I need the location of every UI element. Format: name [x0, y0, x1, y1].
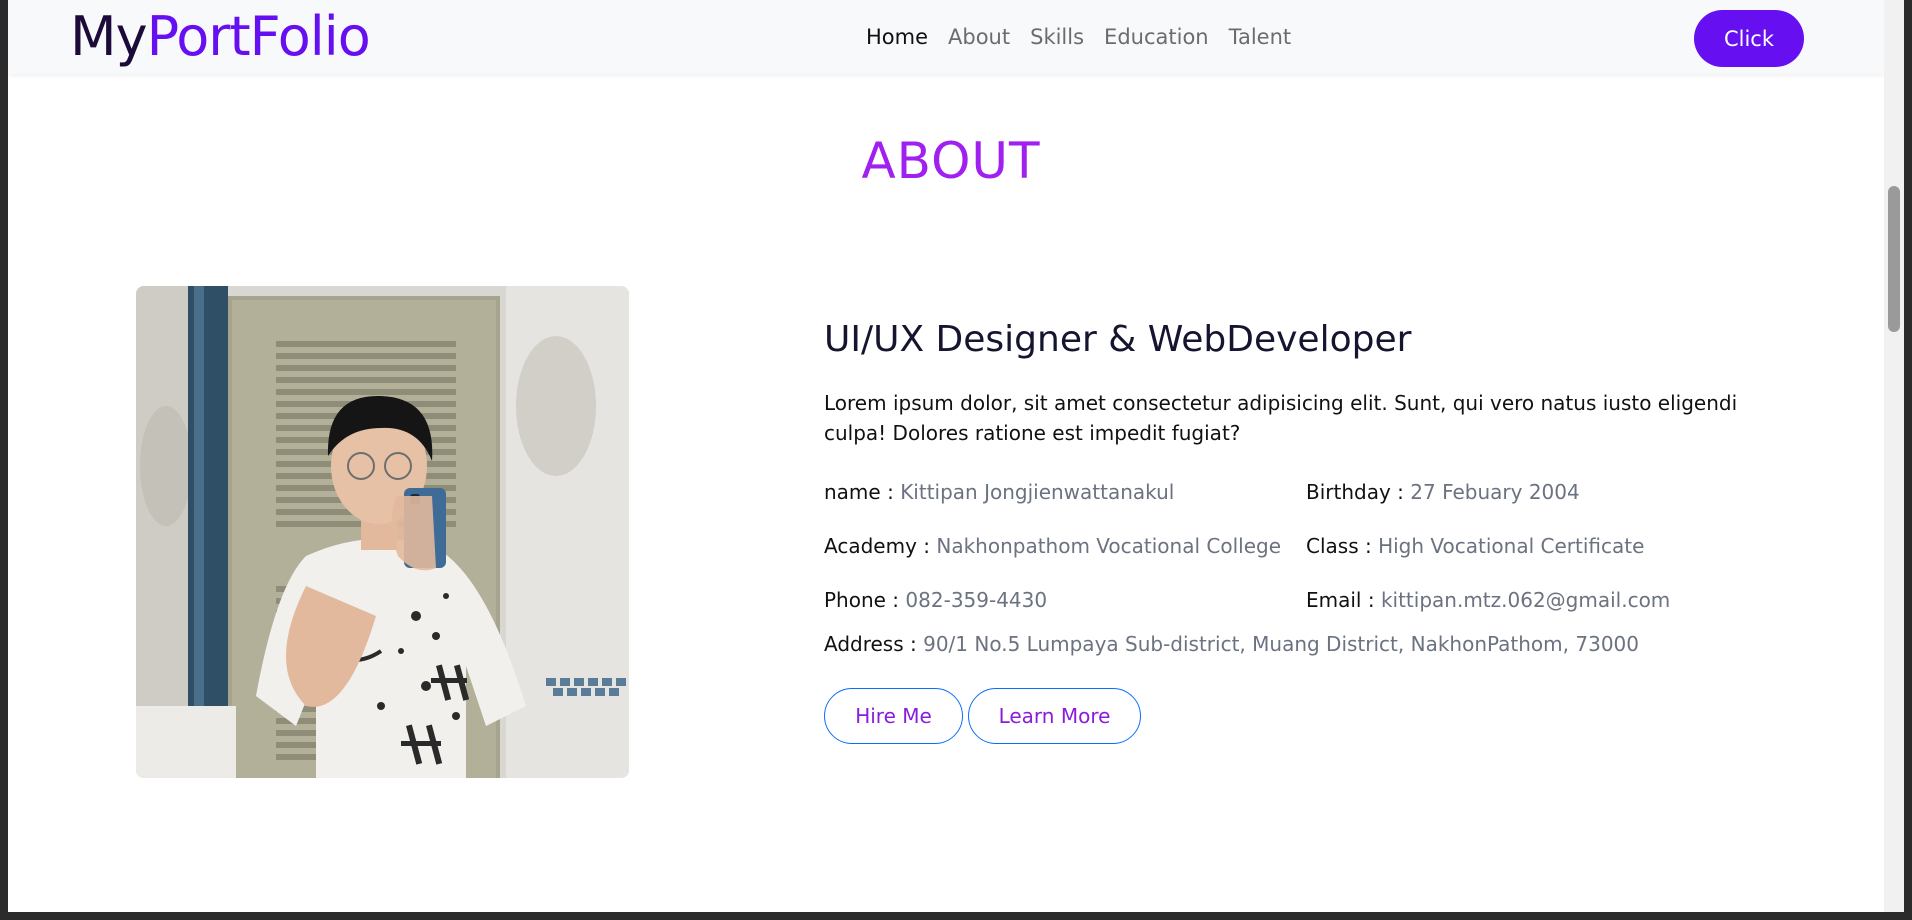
nav-link-talent[interactable]: Talent	[1229, 20, 1292, 54]
browser-viewport: MyPortFolio Home About Skills Education …	[8, 0, 1884, 912]
info-academy: Academy : Nakhonpathom Vocational Colleg…	[824, 531, 1281, 561]
navbar: MyPortFolio Home About Skills Education …	[8, 0, 1884, 74]
role-title: UI/UX Designer & WebDeveloper	[824, 319, 1412, 360]
profile-photo	[136, 286, 629, 778]
nav-link-education[interactable]: Education	[1104, 20, 1209, 54]
learn-more-button[interactable]: Learn More	[968, 688, 1141, 744]
info-email-value: kittipan.mtz.062@gmail.com	[1380, 588, 1671, 612]
click-button[interactable]: Click	[1694, 10, 1804, 67]
info-academy-label: Academy :	[824, 534, 930, 558]
info-birthday-label: Birthday :	[1306, 480, 1404, 504]
brand-logo-my: My	[70, 5, 148, 68]
brand-logo-portfolio: PortFolio	[146, 5, 371, 68]
brand-logo[interactable]: MyPortFolio	[70, 2, 371, 72]
about-content: UI/UX Designer & WebDeveloper Lorem ipsu…	[824, 318, 1784, 448]
nav-links: Home About Skills Education Talent	[866, 20, 1291, 54]
info-address-value: 90/1 No.5 Lumpaya Sub-district, Muang Di…	[923, 632, 1639, 656]
info-phone-value: 082-359-4430	[905, 588, 1048, 612]
info-phone-label: Phone :	[824, 588, 900, 612]
info-academy-value: Nakhonpathom Vocational College	[936, 534, 1282, 558]
info-class: Class : High Vocational Certificate	[1306, 531, 1644, 561]
info-birthday-value: 27 Febuary 2004	[1410, 480, 1580, 504]
info-email-label: Email :	[1306, 588, 1375, 612]
scrollbar-thumb[interactable]	[1888, 186, 1900, 332]
info-email: Email : kittipan.mtz.062@gmail.com	[1306, 585, 1670, 615]
info-name: name : Kittipan Jongjienwattanakul	[824, 477, 1174, 507]
info-address-label: Address :	[824, 632, 917, 656]
info-birthday: Birthday : 27 Febuary 2004	[1306, 477, 1580, 507]
hire-me-button[interactable]: Hire Me	[824, 688, 963, 744]
nav-link-home[interactable]: Home	[866, 20, 928, 54]
info-name-value: Kittipan Jongjienwattanakul	[900, 480, 1175, 504]
about-description: Lorem ipsum dolor, sit amet consectetur …	[824, 391, 1738, 445]
info-name-label: name :	[824, 480, 894, 504]
info-phone: Phone : 082-359-4430	[824, 585, 1047, 615]
scrollbar-track[interactable]	[1884, 0, 1904, 912]
nav-link-about[interactable]: About	[948, 20, 1010, 54]
nav-link-skills[interactable]: Skills	[1030, 20, 1084, 54]
section-title: ABOUT	[861, 132, 1041, 190]
info-class-label: Class :	[1306, 534, 1372, 558]
info-class-value: High Vocational Certificate	[1378, 534, 1645, 558]
info-address: Address : 90/1 No.5 Lumpaya Sub-district…	[824, 629, 1639, 659]
